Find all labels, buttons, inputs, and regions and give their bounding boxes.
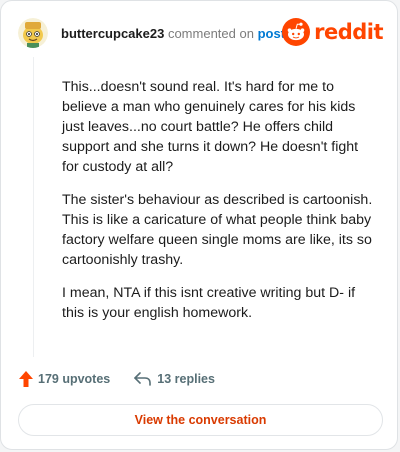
thread-line xyxy=(33,57,34,357)
comment-body: This...doesn't sound real. It's hard for… xyxy=(62,77,374,336)
username[interactable]: buttercupcake23 xyxy=(61,26,164,41)
action-text: commented on xyxy=(167,26,254,41)
replies-button[interactable]: 13 replies xyxy=(134,372,215,386)
comment-paragraph: This...doesn't sound real. It's hard for… xyxy=(62,79,359,175)
reddit-snoo-icon xyxy=(282,18,311,46)
comment-actions: 179 upvotes 13 replies xyxy=(19,371,215,387)
comment-paragraph: The sister's behaviour as described is c… xyxy=(62,192,373,268)
upvote-count: 179 upvotes xyxy=(38,372,111,386)
reddit-wordmark: reddit xyxy=(314,20,383,44)
post-link[interactable]: post xyxy=(258,26,285,41)
reply-arrow-icon xyxy=(134,372,152,386)
comment-header: buttercupcake23 commented on post xyxy=(61,26,285,42)
snoo-avatar-icon xyxy=(18,18,48,48)
reddit-logo[interactable]: reddit xyxy=(282,18,383,46)
comment-card: buttercupcake23 commented on post reddit… xyxy=(0,0,398,450)
upvote-arrow-icon xyxy=(19,371,33,387)
replies-count: 13 replies xyxy=(157,372,215,386)
user-avatar[interactable] xyxy=(18,18,48,48)
upvote-button[interactable]: 179 upvotes xyxy=(19,371,110,387)
comment-paragraph: I mean, NTA if this isnt creative writin… xyxy=(62,285,356,321)
view-conversation-button[interactable]: View the conversation xyxy=(18,404,383,436)
